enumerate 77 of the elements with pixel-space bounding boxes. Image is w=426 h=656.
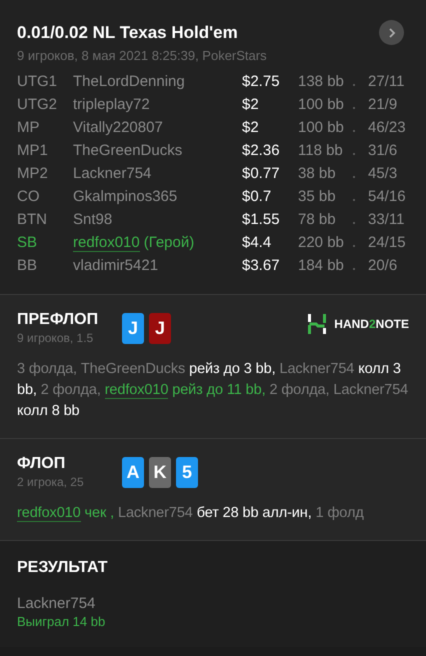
- player-position: UTG1: [17, 73, 58, 90]
- player-stack: $2: [242, 96, 260, 113]
- player-stats: 54/16: [368, 188, 406, 205]
- player-stack: $3.67: [242, 257, 281, 274]
- player-name: TheLordDenning: [73, 73, 185, 90]
- player-bb: 100 bb: [298, 119, 345, 136]
- player-stats: 45/3: [368, 165, 398, 182]
- playing-card: J: [149, 313, 171, 344]
- separator-dot: [353, 130, 355, 132]
- hero-name-link[interactable]: redfox010: [104, 382, 168, 399]
- player-position: SB: [17, 234, 38, 251]
- playing-card: A: [122, 457, 144, 488]
- playing-card: J: [122, 313, 144, 344]
- player-name: Gkalmpinos365: [73, 188, 178, 205]
- playing-card: 5: [176, 457, 198, 488]
- player-stack: $2.75: [242, 73, 281, 90]
- chevron-right-icon: [386, 26, 396, 38]
- player-name-link[interactable]: redfox010: [73, 234, 140, 252]
- player-position: CO: [17, 188, 40, 205]
- player-stack: $2.36: [242, 142, 281, 159]
- player-bb: 38 bb: [298, 165, 337, 182]
- player-bb: 220 bb: [298, 234, 345, 251]
- winner-name: Lackner754: [17, 595, 96, 612]
- player-stack: $0.7: [242, 188, 272, 205]
- player-name: vladimir5421: [73, 257, 158, 274]
- player-name: tripleplay72: [73, 96, 150, 113]
- separator-dot: [353, 84, 355, 86]
- player-bb: 138 bb: [298, 73, 345, 90]
- player-stats: 33/11: [368, 211, 404, 228]
- player-stats: 24/15: [368, 234, 406, 251]
- player-bb: 100 bb: [298, 96, 345, 113]
- separator-dot: [353, 152, 355, 154]
- player-position: BB: [17, 257, 38, 274]
- player-stats: 20/6: [368, 257, 398, 274]
- playing-card: K: [149, 457, 171, 488]
- separator-dot: [353, 176, 355, 178]
- result-title: РЕЗУЛЬТАТ: [17, 559, 109, 577]
- hero-name-link[interactable]: redfox010: [17, 505, 81, 522]
- hand-title: 0.01/0.02 NL Texas Hold'em: [17, 22, 238, 42]
- player-stack: $0.77: [242, 165, 281, 182]
- separator-dot: [353, 198, 355, 200]
- hand-subtitle: 9 игроков, 8 мая 2021 8:25:39, PokerStars: [17, 48, 268, 63]
- player-bb: 78 bb: [298, 211, 337, 228]
- player-name: TheGreenDucks: [73, 142, 182, 159]
- player-position: BTN: [17, 211, 48, 228]
- action-summary: redfox010 чек , Lackner754 бет 28 bb алл-ин, 1 фолд: [17, 504, 365, 524]
- player-position: UTG2: [17, 96, 58, 113]
- street-subtitle: 2 игрока, 25: [17, 475, 85, 489]
- player-bb: 184 bb: [298, 257, 345, 274]
- player-stats: 27/11: [368, 73, 404, 90]
- player-name: Vitally220807: [73, 119, 163, 136]
- separator-dot: [353, 268, 355, 270]
- player-position: MP: [17, 119, 40, 136]
- player-bb: 35 bb: [298, 188, 337, 205]
- hero-label: (Герой): [144, 234, 194, 252]
- player-stack: $2: [242, 119, 260, 136]
- player-stats: 31/6: [368, 142, 398, 159]
- player-stats: 21/9: [368, 96, 398, 113]
- street-title: ФЛОП: [17, 455, 66, 473]
- brand-logo-text: HAND2NOTE: [334, 317, 409, 331]
- player-position: MP2: [17, 165, 49, 182]
- logo-icon: [306, 313, 328, 335]
- separator-dot: [353, 222, 355, 224]
- separator-dot: [353, 106, 355, 108]
- player-stats: 46/23: [368, 119, 406, 136]
- street-title: ПРЕФЛОП: [17, 311, 100, 329]
- separator-dot: [353, 244, 355, 246]
- player-name: Lackner754: [73, 165, 152, 182]
- player-stack: $4.4: [242, 234, 272, 251]
- action-summary: 3 фолда, TheGreenDucks рейз до 3 bb, Lackner754 колл 3 bb, 2 фолда, redfox010 рейз до 11 bb, 2 фолда, Lackner754 колл 8 bb: [17, 360, 409, 421]
- player-position: MP1: [17, 142, 49, 159]
- player-stack: $1.55: [242, 211, 281, 228]
- next-button[interactable]: [379, 20, 404, 45]
- street-subtitle: 9 игроков, 1.5: [17, 331, 94, 345]
- win-amount: Выиграл 14 bb: [17, 614, 106, 629]
- player-bb: 118 bb: [298, 142, 344, 159]
- player-name: Snt98: [73, 211, 112, 228]
